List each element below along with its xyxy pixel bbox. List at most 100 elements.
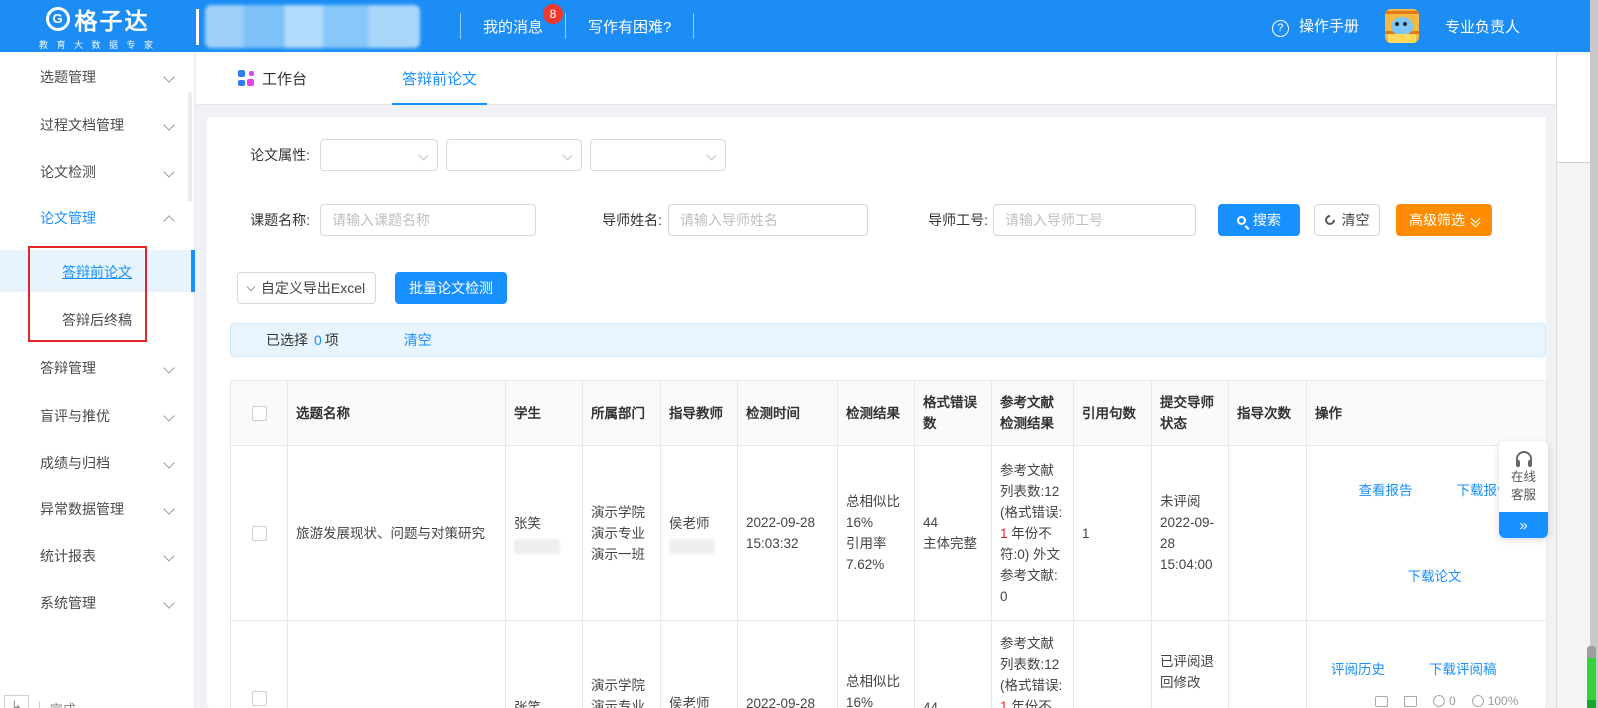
clear-label: 清空 (1342, 210, 1370, 230)
chevron-down-icon (419, 151, 429, 161)
cell-ref-result: 参考文献列表数:12 (格式错误:1 年份不符:0) (992, 621, 1074, 708)
chevron-up-icon (163, 215, 174, 226)
paper-attribute-select-2[interactable] (446, 139, 582, 171)
cell-title: 旅游发展现状、问题与对策研究 (288, 446, 506, 621)
sidebar-item-label: 过程文档管理 (40, 115, 124, 135)
online-service-widget: 在线 客服 » (1499, 441, 1548, 538)
col-title: 选题名称 (288, 381, 506, 446)
sidebar: 选题管理 过程文档管理 论文检测 论文管理 答辩前论文 答辩后终稿 答辩管理 盲… (0, 52, 195, 708)
ref-error-count: 1 (1000, 699, 1008, 708)
logo-tagline: 教 育 大 数 据 专 家 (39, 38, 156, 51)
row-checkbox[interactable] (252, 526, 267, 541)
tab-active-label: 答辩前论文 (402, 68, 477, 89)
sidebar-item-label: 异常数据管理 (40, 499, 124, 519)
ref-error-count: 1 (1000, 526, 1008, 541)
workbench-grid-icon (238, 70, 254, 86)
logo-brand-text: 格子达 (75, 2, 150, 36)
tab-workbench[interactable]: 工作台 (218, 52, 327, 105)
sidebar-item-paper-mgmt[interactable]: 论文管理 (0, 198, 195, 238)
search-icon (1237, 216, 1246, 225)
sidebar-item-label: 论文检测 (40, 162, 96, 182)
chevron-down-icon (163, 597, 174, 608)
download-reviewed-draft-link[interactable]: 下载评阅稿 (1429, 659, 1497, 680)
advisor-id-label: 导师工号: (918, 204, 988, 236)
manual-link[interactable]: ? 操作手册 (1272, 15, 1359, 37)
statusbar-zoom: 100% (1488, 694, 1519, 708)
advisor-name-input[interactable] (668, 204, 868, 236)
tab-workbench-label: 工作台 (262, 68, 307, 89)
download-paper-link[interactable]: 下载论文 (1408, 566, 1462, 587)
advanced-filter-button[interactable]: 高级筛选 (1396, 204, 1492, 236)
sidebar-item-defense-mgmt[interactable]: 答辩管理 (0, 348, 195, 388)
col-submit-status: 提交导师状态 (1152, 381, 1229, 446)
clear-button[interactable]: 清空 (1314, 204, 1380, 236)
export-label: 自定义导出Excel (261, 278, 365, 298)
col-check-result: 检测结果 (838, 381, 915, 446)
printer-icon (1404, 696, 1417, 707)
sidebar-subitem-post-defense[interactable]: 答辩后终稿 (62, 310, 132, 330)
sidebar-item-abnormal-data[interactable]: 异常数据管理 (0, 489, 195, 529)
advanced-filter-label: 高级筛选 (1409, 210, 1465, 230)
sidebar-item-blind-review[interactable]: 盲评与推优 (0, 396, 195, 436)
paper-attribute-select-3[interactable] (590, 139, 726, 171)
speaker-icon (1375, 696, 1388, 707)
user-role-label[interactable]: 专业负责人 (1445, 16, 1520, 37)
page-scrollbar-thumb[interactable] (1557, 55, 1590, 163)
review-history-link[interactable]: 评阅历史 (1331, 659, 1385, 680)
cell-teacher: 侯老师 (661, 446, 738, 621)
sidebar-item-paper-check[interactable]: 论文检测 (0, 152, 195, 192)
cell-teacher: 侯老师 (661, 621, 738, 708)
chevron-down-icon (163, 503, 174, 514)
topic-name-input[interactable] (320, 204, 536, 236)
papers-table: 选题名称 学生 所属部门 指导教师 检测时间 检测结果 格式错误数 参考文献检测… (230, 380, 1546, 708)
cell-ref-result: 参考文献列表数:12 (格式错误:1 年份不符:0) 外文参考文献:0 (992, 446, 1074, 621)
writing-help-link[interactable]: 写作有困难? (566, 16, 693, 37)
help-circle-icon: ? (1272, 20, 1289, 37)
tab-pre-defense-papers[interactable]: 答辩前论文 (382, 52, 497, 105)
collapse-widget-button[interactable]: » (1499, 512, 1548, 538)
cell-guidance-count (1229, 621, 1307, 708)
chevron-down-icon (163, 166, 174, 177)
row-checkbox[interactable] (252, 691, 267, 706)
user-avatar[interactable] (1385, 9, 1419, 43)
sidebar-item-label: 选题管理 (40, 67, 96, 87)
sidebar-item-label: 答辩管理 (40, 358, 96, 378)
statusbar-count: 0 (1449, 694, 1456, 708)
cell-check-time: 2022-09-2815:03:32 (738, 446, 838, 621)
col-teacher: 指导教师 (661, 381, 738, 446)
sidebar-scrollbar[interactable] (188, 92, 192, 202)
cell-guidance-count (1229, 446, 1307, 621)
cell-department: 演示学院演示专业演示一班 (583, 446, 661, 621)
statusbar-done-label: 完成 (50, 699, 76, 708)
sidebar-item-topic-mgmt[interactable]: 选题管理 (0, 57, 195, 97)
select-all-checkbox[interactable] (252, 406, 267, 421)
sidebar-item-grades-archive[interactable]: 成绩与归档 (0, 443, 195, 483)
clear-selection-link[interactable]: 清空 (404, 330, 432, 350)
col-check-time: 检测时间 (738, 381, 838, 446)
search-button[interactable]: 搜索 (1218, 204, 1300, 236)
sidebar-item-system-mgmt[interactable]: 系统管理 (0, 583, 195, 623)
selected-unit: 项 (325, 330, 339, 350)
cell-student: 张笑 (506, 446, 583, 621)
sidebar-item-statistics[interactable]: 统计报表 (0, 536, 195, 576)
chevron-down-icon (163, 362, 174, 373)
logo-g-icon: G (46, 7, 70, 31)
batch-paper-check-button[interactable]: 批量论文检测 (395, 272, 507, 304)
advisor-id-input[interactable] (993, 204, 1196, 236)
search-label: 搜索 (1253, 210, 1281, 230)
messages-badge: 8 (543, 4, 563, 24)
paper-attribute-select-1[interactable] (320, 139, 438, 171)
sidebar-subitem-pre-defense[interactable]: 答辩前论文 (62, 262, 132, 282)
header-divider (196, 9, 199, 45)
app-logo: G 格子达 教 育 大 数 据 专 家 (0, 0, 195, 52)
custom-export-excel-button[interactable]: 自定义导出Excel (237, 272, 376, 304)
chevron-down-icon (163, 119, 174, 130)
my-messages-link[interactable]: 我的消息 8 (461, 16, 565, 37)
nav-divider (693, 13, 694, 39)
view-report-link[interactable]: 查看报告 (1359, 480, 1413, 501)
online-service-button[interactable]: 在线 客服 (1499, 441, 1548, 512)
col-department: 所属部门 (583, 381, 661, 446)
sidebar-item-process-docs[interactable]: 过程文档管理 (0, 105, 195, 145)
tab-bar: 工作台 答辩前论文 (196, 52, 1556, 105)
table-row: 旅游发展现状、问题与对策研究 张笑 演示学院演示专业演示一班 侯老师 2022-… (231, 446, 1546, 621)
